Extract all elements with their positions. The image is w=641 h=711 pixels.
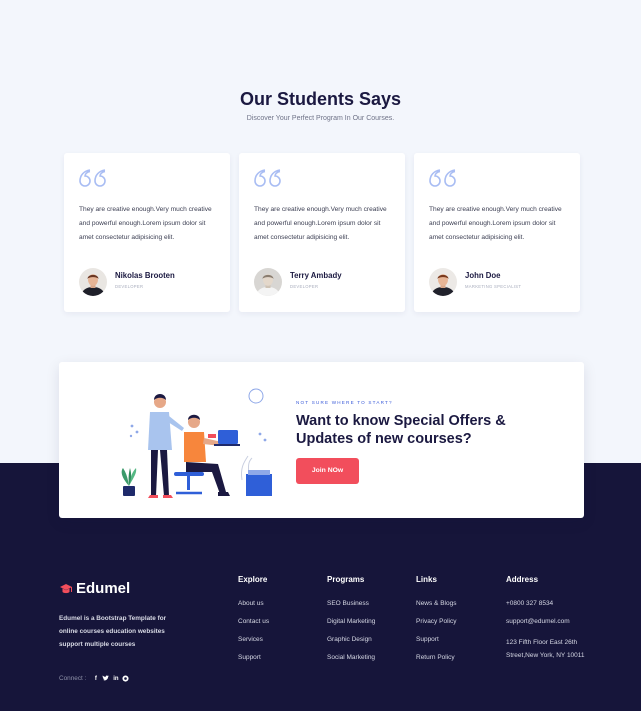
footer-link[interactable]: Contact us [238, 618, 269, 636]
footer-col-title: Programs [327, 575, 365, 584]
footer-col-programs: Programs SEO Business Digital Marketing … [327, 575, 375, 672]
testimonial-card: They are creative enough.Very much creat… [414, 153, 580, 312]
cta-heading: Want to know Special Offers & Updates of… [296, 413, 506, 447]
brand-name: Edumel [76, 580, 131, 597]
avatar [254, 268, 282, 296]
person-role: Marketing Specialist [465, 284, 522, 289]
cta-eyebrow: Not sure where to start? [296, 400, 393, 405]
footer-col-title: Links [416, 575, 437, 584]
connect-label: Connect : [59, 675, 87, 682]
linkedin-icon[interactable]: in [112, 675, 119, 682]
footer-link[interactable]: News & Blogs [416, 600, 456, 618]
footer-link[interactable]: About us [238, 600, 269, 618]
cta-banner: Not sure where to start? Want to know Sp… [59, 362, 584, 518]
footer-link[interactable]: Graphic Design [327, 636, 375, 654]
brand-description: Edumel is a Bootstrap Template for onlin… [59, 615, 167, 648]
testimonial-card: They are creative enough.Very much creat… [64, 153, 230, 312]
footer-link[interactable]: Digital Marketing [327, 618, 375, 636]
footer-col-explore: Explore About us Contact us Services Sup… [238, 575, 269, 672]
avatar [429, 268, 457, 296]
testimonial-text: They are creative enough.Very much creat… [429, 206, 562, 241]
graduation-icon [60, 583, 72, 593]
connect-row: Connect : f in [59, 675, 132, 682]
footer-link[interactable]: Social Marketing [327, 654, 375, 672]
footer-link[interactable]: Support [416, 636, 456, 654]
section-title: Our Students Says [239, 89, 402, 109]
footer-col-address: Address +0800 327 8534 support@edumel.co… [506, 575, 586, 662]
testimonial-card: They are creative enough.Very much creat… [239, 153, 405, 312]
twitter-icon[interactable] [102, 675, 110, 682]
footer-col-title: Explore [238, 575, 268, 584]
quote-icon [429, 169, 456, 187]
phone-number[interactable]: +0800 327 8534 [506, 600, 586, 618]
quote-icon [254, 169, 281, 187]
footer-brand[interactable]: Edumel [59, 580, 130, 597]
avatar [79, 268, 107, 296]
footer-link[interactable]: Support [238, 654, 269, 672]
testimonial-text: They are creative enough.Very much creat… [254, 206, 387, 241]
footer-link[interactable]: Privacy Policy [416, 618, 456, 636]
instagram-icon[interactable] [122, 675, 129, 682]
team-illustration [121, 388, 272, 498]
testimonial-text: They are creative enough.Very much creat… [79, 206, 212, 241]
quote-icon [79, 169, 106, 187]
footer-link[interactable]: Return Policy [416, 654, 456, 672]
join-now-button[interactable]: Join NOw [296, 458, 359, 484]
footer-link[interactable]: Services [238, 636, 269, 654]
section-subtitle: Discover Your Perfect Program In Our Cou… [246, 115, 395, 122]
person-name: Terry Ambady [290, 271, 342, 280]
person-name: Nikolas Brooten [115, 271, 175, 280]
footer-col-links: Links News & Blogs Privacy Policy Suppor… [416, 575, 456, 672]
footer-col-title: Address [506, 575, 539, 584]
street-address: 123 Fifth Floor East 26th Street,New Yor… [506, 639, 585, 659]
person-role: Developer [115, 284, 144, 289]
person-name: John Doe [465, 271, 501, 280]
footer-link[interactable]: SEO Business [327, 600, 375, 618]
person-role: Developer [290, 284, 319, 289]
facebook-icon[interactable]: f [92, 675, 99, 682]
email-address[interactable]: support@edumel.com [506, 618, 586, 636]
